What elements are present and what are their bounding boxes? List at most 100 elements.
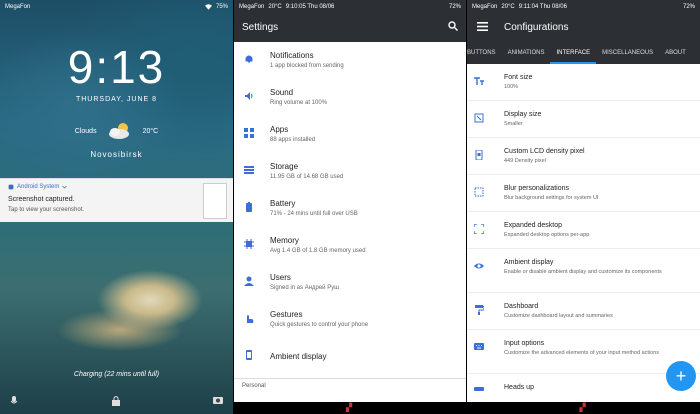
item-subtitle: Enable or disable ambient display and cu… — [504, 269, 662, 275]
config-item-lcd-density[interactable]: Custom LCD density pixel 449 Density pix… — [467, 138, 700, 175]
weather-temp: 20°C — [142, 127, 159, 135]
item-subtitle: 449 Density pixel — [504, 158, 546, 164]
font-size-icon — [474, 76, 484, 86]
settings-item-notifications[interactable]: Notifications 1 app blocked from sending — [234, 42, 466, 79]
notification-title: Screenshot captured. — [8, 196, 75, 203]
settings-item-battery[interactable]: Battery 71% - 24 mins until full over US… — [234, 190, 466, 227]
weather-label: Clouds — [74, 127, 97, 135]
item-title: Font size — [504, 74, 533, 81]
item-subtitle: Customize dashboard layout and summaries — [504, 313, 613, 319]
settings-item-memory[interactable]: Memory Avg 1.4 GB of 1.8 GB memory used — [234, 227, 466, 264]
weather-city: Novosibirsk — [90, 150, 143, 159]
item-title: Ambient display — [270, 352, 327, 361]
tab-miscellaneous[interactable]: MISCELLANEOUS — [596, 44, 659, 64]
section-divider — [234, 378, 466, 379]
item-subtitle: 71% - 24 mins until full over USB — [270, 211, 358, 217]
add-fab-button[interactable]: + — [666, 361, 696, 391]
gesture-icon — [244, 313, 254, 323]
config-item-ambient-display[interactable]: Ambient display Enable or disable ambien… — [467, 249, 700, 293]
battery-label: 75% — [215, 4, 228, 10]
bell-icon — [244, 54, 254, 64]
settings-item-sound[interactable]: Sound Ring volume at 100% — [234, 79, 466, 116]
item-title: Heads up — [504, 384, 534, 391]
search-icon[interactable] — [448, 21, 458, 31]
config-item-display-size[interactable]: Display size Smaller — [467, 101, 700, 138]
notification-header: Android System — [8, 184, 68, 190]
item-title: Notifications — [270, 51, 314, 60]
display-size-icon — [474, 113, 484, 123]
weather-widget[interactable]: Clouds 20°C — [0, 122, 233, 140]
cloud-sun-icon — [107, 122, 133, 140]
status-temp: 20°C — [501, 4, 515, 10]
item-title: Dashboard — [504, 303, 539, 310]
status-time: 9:10:05 Thu 08/06 — [285, 4, 335, 10]
nav-logo-icon: ▞ — [579, 403, 586, 412]
nav-bar: ▞ — [467, 402, 700, 414]
hamburger-menu-icon[interactable] — [477, 22, 488, 31]
tab-buttons[interactable]: BUTTONS — [467, 44, 502, 64]
item-title: Apps — [270, 125, 289, 134]
section-header: Personal — [242, 383, 266, 389]
settings-panel: MegaFon 20°C 9:10:05 Thu 08/06 72% Setti… — [234, 0, 466, 414]
status-temp: 20°C — [268, 4, 282, 10]
tab-about[interactable]: ABOUT — [659, 44, 692, 64]
settings-item-apps[interactable]: Apps 88 apps installed — [234, 116, 466, 153]
android-icon — [8, 184, 14, 190]
config-item-blur[interactable]: Blur personalizations Blur background se… — [467, 175, 700, 212]
status-bar: MegaFon 20°C 9:11:04 Thu 08/06 72% — [467, 0, 700, 14]
lock-icon — [111, 396, 120, 406]
item-subtitle: Smaller — [504, 121, 523, 127]
keyboard-icon — [474, 342, 484, 352]
config-item-font-size[interactable]: Font size 100% — [467, 64, 700, 101]
item-subtitle: Blur background settings for system UI — [504, 195, 599, 201]
config-item-dashboard[interactable]: Dashboard Customize dashboard layout and… — [467, 293, 700, 330]
volume-icon — [244, 91, 254, 101]
notification-body: Tap to view your screenshot. — [8, 207, 85, 213]
screenshot-notification[interactable]: Android System Screenshot captured. Tap … — [0, 178, 233, 222]
tab-animations[interactable]: ANIMATIONS — [502, 44, 551, 64]
settings-item-storage[interactable]: Storage 11.95 GB of 14.68 GB used — [234, 153, 466, 190]
lock-shortcuts — [0, 396, 233, 406]
battery-icon — [244, 202, 254, 212]
item-title: Storage — [270, 162, 299, 171]
screenshot-thumbnail — [203, 183, 227, 219]
expand-icon — [474, 224, 484, 234]
item-subtitle: 100% — [504, 84, 519, 90]
item-title: Blur personalizations — [504, 185, 569, 192]
item-title: Input options — [504, 340, 545, 347]
apps-icon — [244, 128, 254, 138]
battery-label: 72% — [682, 4, 695, 10]
item-subtitle: 88 apps installed — [270, 137, 316, 143]
item-title: Display size — [504, 111, 542, 118]
eye-icon — [474, 261, 484, 271]
tab-interface[interactable]: INTERFACE — [550, 44, 597, 64]
configurations-app-bar: MegaFon 20°C 9:11:04 Thu 08/06 72% Confi… — [467, 0, 700, 44]
person-icon — [244, 276, 254, 286]
status-bar: MegaFon 75% — [0, 0, 233, 14]
settings-item-users[interactable]: Users Signed in as Андрей Руш — [234, 264, 466, 301]
item-title: Memory — [270, 236, 299, 245]
configurations-panel: MegaFon 20°C 9:11:04 Thu 08/06 72% Confi… — [467, 0, 700, 414]
heads-up-icon — [474, 386, 484, 396]
camera-icon[interactable] — [213, 396, 223, 406]
charging-status: Charging (22 mins until full) — [73, 371, 160, 378]
chevron-down-icon[interactable] — [62, 185, 68, 189]
blur-icon — [474, 187, 484, 197]
tab-bar: BUTTONS ANIMATIONS INTERFACE MISCELLANEO… — [467, 44, 700, 64]
nav-bar: ▞ — [234, 402, 466, 414]
memory-icon — [244, 239, 254, 249]
item-title: Expanded desktop — [504, 222, 562, 229]
item-title: Users — [270, 273, 291, 282]
item-title: Battery — [270, 199, 296, 208]
item-title: Sound — [270, 88, 294, 97]
microphone-icon[interactable] — [10, 396, 18, 406]
config-item-input-options[interactable]: Input options Customize the advanced ele… — [467, 330, 700, 374]
settings-item-ambient-display[interactable]: Ambient display — [234, 338, 466, 375]
item-title: Gestures — [270, 310, 303, 319]
item-subtitle: Customize the advanced elements of your … — [504, 350, 660, 356]
lock-date: THURSDAY, JUNE 8 — [75, 96, 158, 103]
item-title: Ambient display — [504, 259, 554, 266]
carrier-label: MegaFon — [239, 4, 265, 10]
settings-item-gestures[interactable]: Gestures Quick gestures to control your … — [234, 301, 466, 338]
config-item-expanded-desktop[interactable]: Expanded desktop Expanded desktop option… — [467, 212, 700, 249]
